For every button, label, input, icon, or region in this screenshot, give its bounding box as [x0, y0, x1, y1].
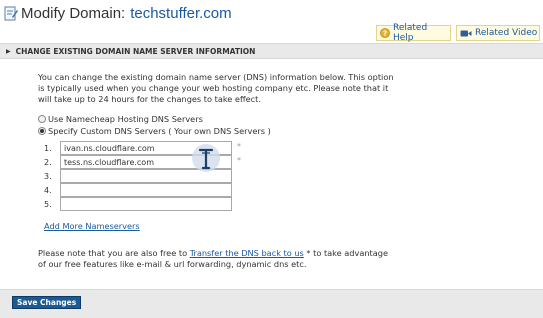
- svg-text:?: ?: [383, 30, 387, 38]
- note-text-before: Please note that you are also free to: [38, 248, 190, 258]
- text-cursor-icon: [198, 148, 214, 170]
- related-help-button[interactable]: ? Related Help: [376, 23, 451, 43]
- save-changes-button[interactable]: Save Changes: [12, 296, 82, 309]
- add-more-nameservers-link[interactable]: Add More Nameservers: [44, 221, 140, 231]
- nameserver-4-input[interactable]: [60, 183, 232, 197]
- required-marker: *: [237, 141, 241, 151]
- radio-custom-dns[interactable]: Specify Custom DNS Servers ( Your own DN…: [38, 125, 271, 137]
- radio-button[interactable]: [38, 115, 46, 123]
- nameserver-row-4: 4.: [44, 183, 232, 197]
- footer-bar: Save Changes: [0, 289, 543, 318]
- nameserver-5-input[interactable]: [60, 197, 232, 211]
- radio-label: Use Namecheap Hosting DNS Servers: [48, 114, 203, 124]
- transfer-dns-link[interactable]: Transfer the DNS back to us: [190, 248, 304, 258]
- video-camera-icon: [460, 29, 472, 38]
- help-icon: ?: [380, 28, 390, 38]
- edit-document-icon: [4, 6, 18, 21]
- domain-name: techstuffer.com: [130, 4, 232, 22]
- related-video-label: Related Video: [475, 28, 538, 38]
- related-video-button[interactable]: Related Video: [456, 25, 540, 41]
- section-header[interactable]: ▶ CHANGE EXISTING DOMAIN NAME SERVER INF…: [0, 43, 543, 59]
- transfer-note: Please note that you are also free to Tr…: [38, 248, 398, 270]
- nameserver-number: 3.: [44, 171, 52, 181]
- modify-domain-page: Modify Domain: techstuffer.com ? Related…: [0, 0, 543, 318]
- related-help-label: Related Help: [393, 23, 428, 43]
- section-title: CHANGE EXISTING DOMAIN NAME SERVER INFOR…: [15, 46, 256, 56]
- radio-button-selected[interactable]: [38, 127, 46, 135]
- page-title: Modify Domain: techstuffer.com: [4, 2, 232, 24]
- nameserver-number: 5.: [44, 199, 52, 209]
- required-marker: *: [237, 155, 241, 165]
- radio-label: Specify Custom DNS Servers ( Your own DN…: [48, 126, 271, 136]
- nameserver-number: 1.: [44, 143, 52, 153]
- collapse-arrow-icon: ▶: [6, 47, 11, 55]
- nameserver-row-5: 5.: [44, 197, 232, 211]
- intro-text: You can change the existing domain name …: [38, 72, 394, 104]
- page-title-prefix: Modify Domain:: [21, 4, 126, 22]
- radio-namecheap-dns[interactable]: Use Namecheap Hosting DNS Servers: [38, 113, 203, 125]
- nameserver-number: 4.: [44, 185, 52, 195]
- nameserver-number: 2.: [44, 157, 52, 167]
